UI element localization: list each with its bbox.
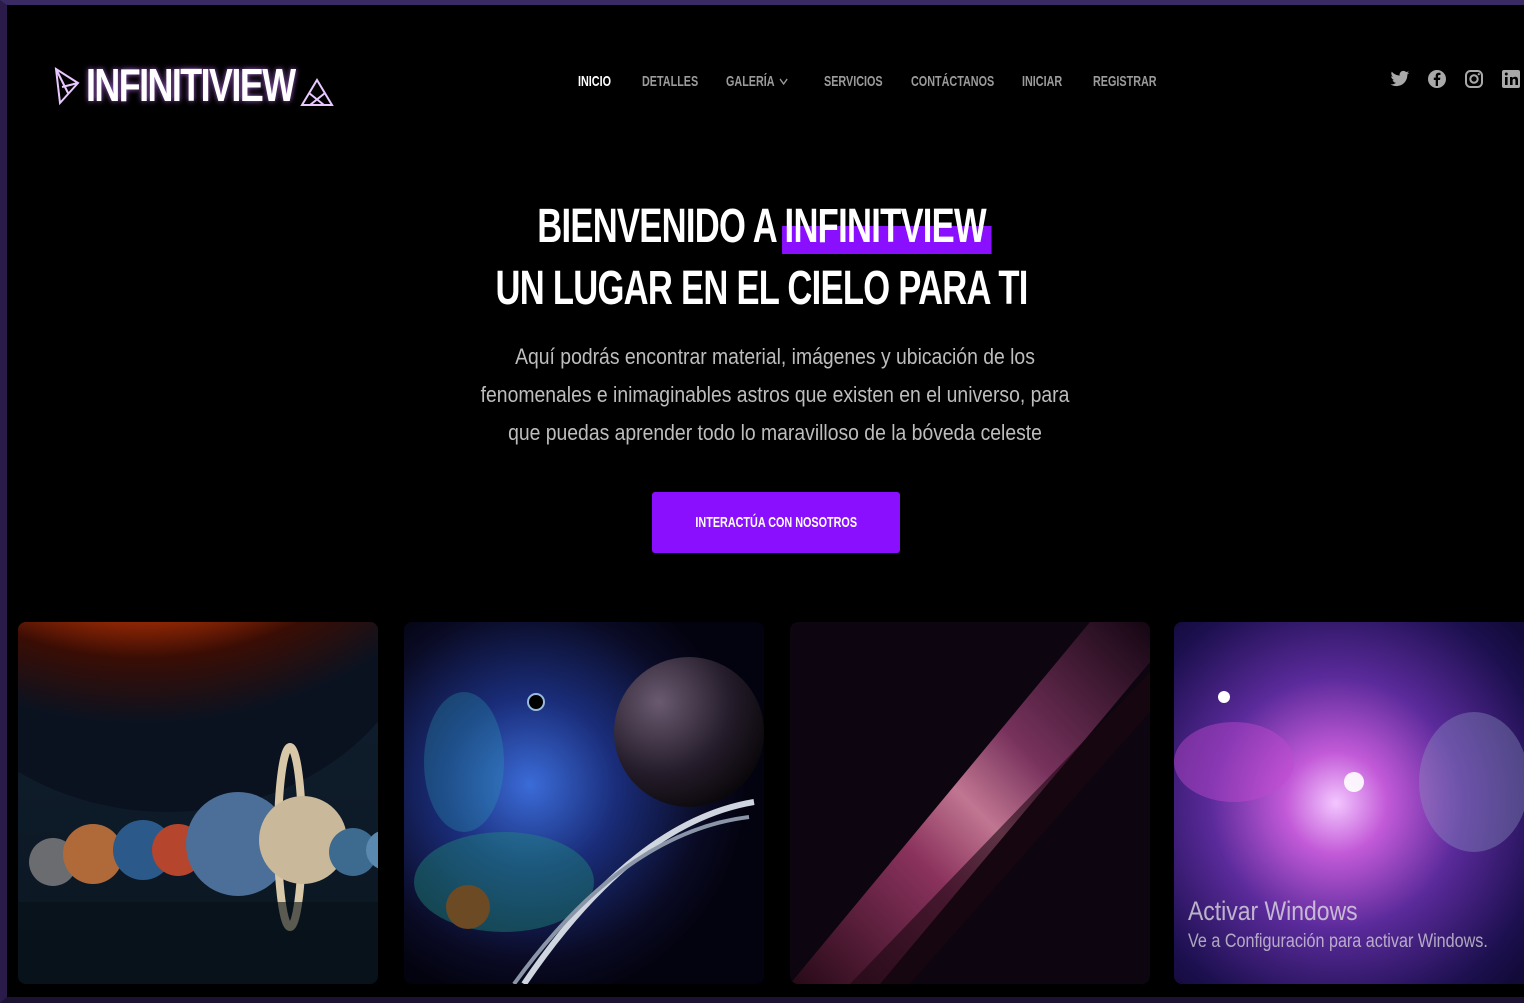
galaxy-planet-ring-image: [404, 622, 764, 984]
mountain-logo-icon: [300, 78, 334, 106]
solar-system-planets-image: [18, 622, 378, 984]
nav-item-registrar[interactable]: REGISTRAR: [1093, 70, 1157, 92]
nav-item-inicio[interactable]: INICIO: [578, 70, 624, 92]
twitter-icon[interactable]: [1390, 68, 1410, 90]
purple-nebula-image: [1174, 622, 1524, 984]
nav-item-detalles[interactable]: DETALLES: [642, 70, 702, 92]
nav-item-iniciar[interactable]: INICIAR: [1022, 70, 1073, 92]
hero-title-line-2: UN LUGAR EN EL CIELO PARA TI: [0, 258, 1524, 320]
hero-section: BIENVENIDO A INFINITVIEW UN LUGAR EN EL …: [0, 196, 1524, 320]
triangle-logo-icon: [54, 67, 80, 106]
hero-title-line-1: BIENVENIDO A INFINITVIEW: [0, 196, 1524, 258]
gallery-image-galaxy-planet[interactable]: [404, 622, 764, 984]
linkedin-icon[interactable]: [1501, 68, 1521, 90]
milky-way-image: [790, 622, 1150, 984]
nav-item-galeria-label: GALERÍA: [726, 72, 775, 90]
gallery-image-nebula[interactable]: [1174, 622, 1524, 984]
main-nav: INICIO DETALLES GALERÍA SERVICIOS CONTÁC…: [578, 70, 1173, 92]
hero-title-highlight: INFINITVIEW: [782, 196, 992, 258]
nav-item-contactanos[interactable]: CONTÁCTANOS: [911, 70, 994, 92]
brand-name: INFINITIVIEW: [86, 59, 296, 111]
hero-title-line-2-text: UN LUGAR EN EL CIELO PARA TI: [495, 262, 1029, 315]
nav-item-galeria[interactable]: GALERÍA: [726, 70, 797, 92]
instagram-icon[interactable]: [1464, 68, 1484, 90]
social-links: [1390, 68, 1521, 90]
nav-item-servicios[interactable]: SERVICIOS: [824, 70, 887, 92]
gallery-image-solar-system[interactable]: [18, 622, 378, 984]
brand-logo[interactable]: INFINITIVIEW: [52, 60, 334, 110]
interact-button[interactable]: INTERACTÚA CON NOSOTROS: [652, 492, 900, 553]
facebook-icon[interactable]: [1427, 68, 1447, 90]
hero-title-prefix: BIENVENIDO A: [537, 200, 777, 253]
interact-button-label: INTERACTÚA CON NOSOTROS: [695, 514, 857, 531]
hero-description: Aquí podrás encontrar material, imágenes…: [480, 344, 1070, 445]
gallery-image-milky-way[interactable]: [790, 622, 1150, 984]
chevron-down-icon: [779, 78, 788, 86]
image-gallery: [18, 622, 1524, 984]
